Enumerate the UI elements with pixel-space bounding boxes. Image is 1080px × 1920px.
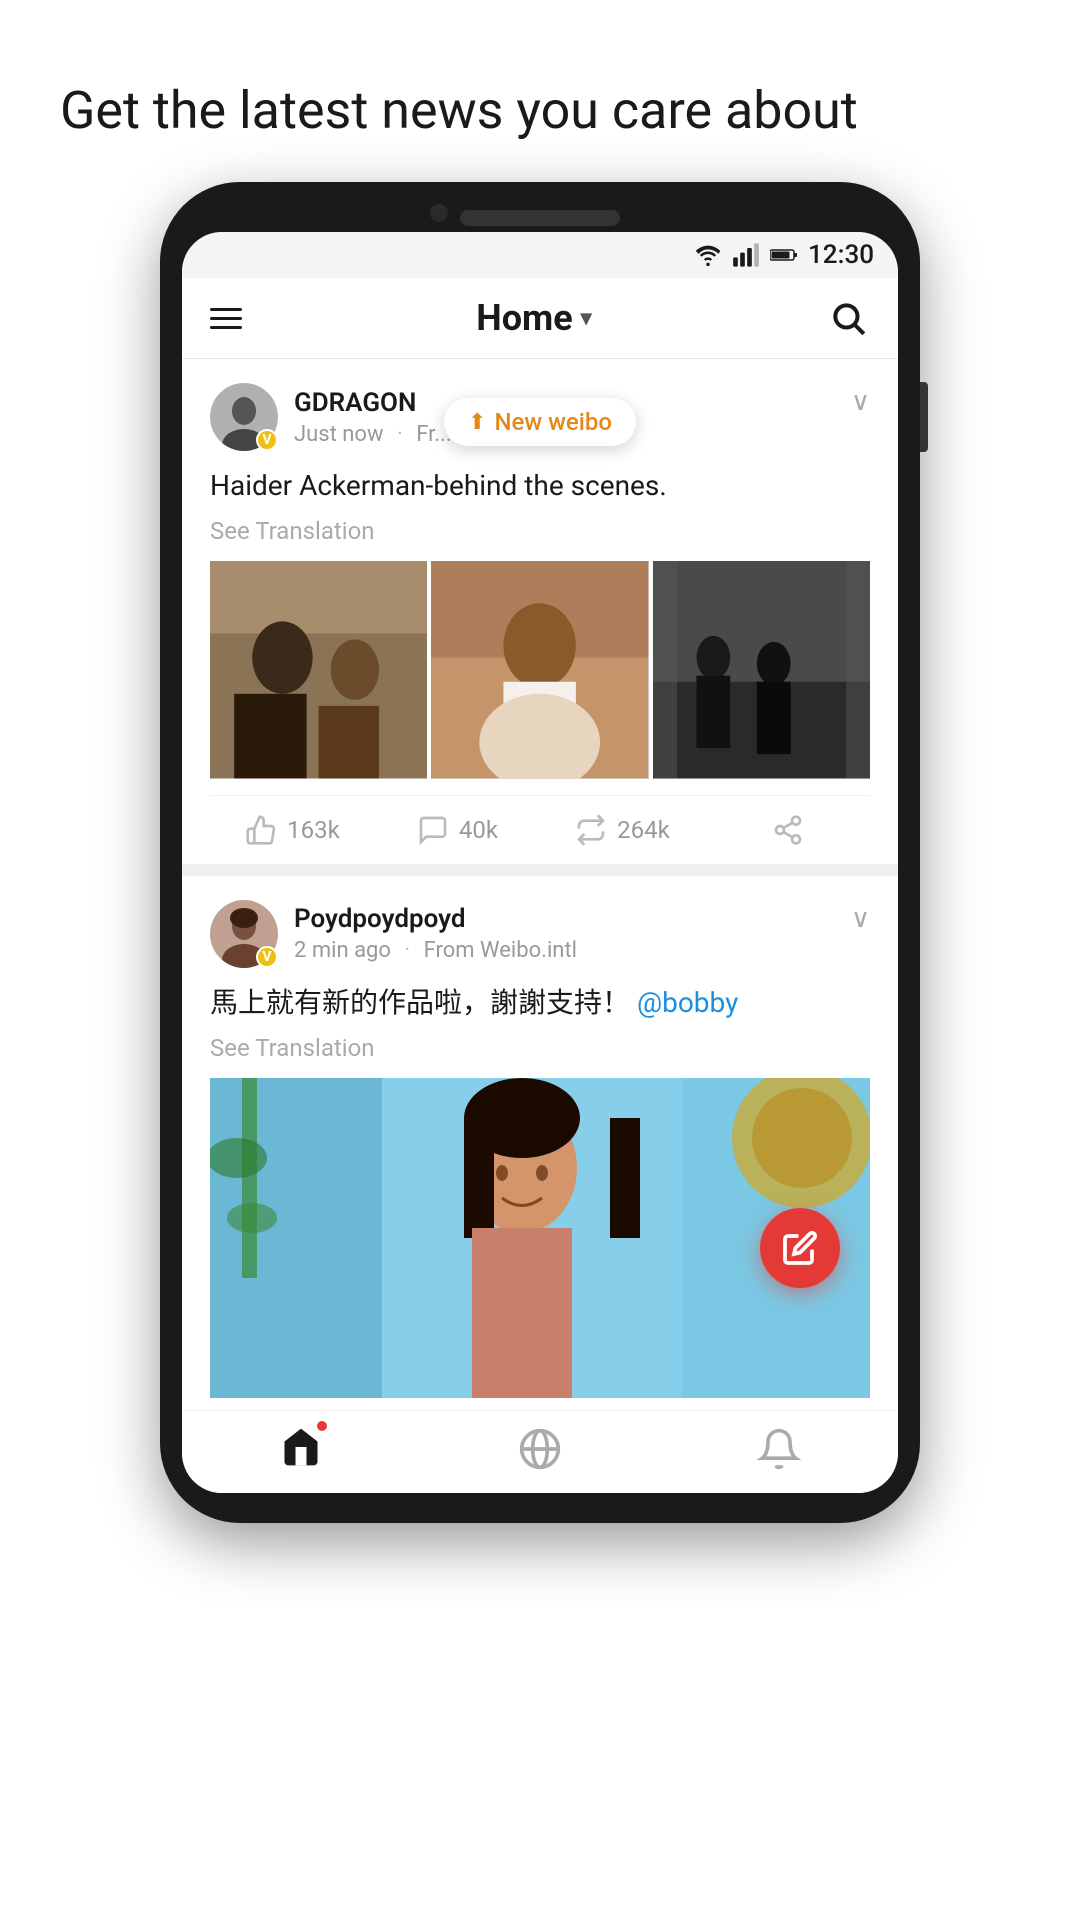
post-options-icon-2[interactable]: ∨	[851, 904, 870, 934]
post-meta-2: Poydpoydpoyd 2 min ago · From Weibo.intl	[294, 904, 577, 963]
post-header-left: V GDRAGON Just now · Fr...	[210, 383, 452, 451]
header-title-text: Home	[476, 297, 572, 339]
battery-icon	[770, 241, 798, 269]
post-username: GDRAGON	[294, 388, 452, 418]
comment-icon	[417, 814, 449, 846]
post-action-bar: 163k 40k	[210, 795, 870, 864]
bottom-navigation	[182, 1410, 898, 1493]
home-icon	[279, 1425, 323, 1469]
explore-icon	[518, 1427, 562, 1471]
hamburger-menu-button[interactable]	[210, 308, 242, 329]
share-button[interactable]	[705, 814, 870, 846]
phone-side-button	[920, 382, 928, 452]
nav-dot	[317, 1421, 327, 1431]
signal-icon	[732, 241, 760, 269]
dropdown-chevron-icon: ▾	[581, 306, 592, 331]
see-translation-button-2[interactable]: See Translation	[210, 1034, 870, 1062]
app-header: Home ▾ ⬆ New weibo	[182, 278, 898, 359]
page-headline: Get the latest news you care about	[0, 0, 1080, 182]
share-icon	[772, 814, 804, 846]
nav-notifications[interactable]	[757, 1427, 801, 1471]
comment-count: 40k	[459, 816, 498, 844]
post-card-2: V Poydpoydpoyd 2 min ago · From Weibo.in…	[182, 876, 898, 1398]
new-weibo-label: New weibo	[494, 408, 612, 436]
repost-button[interactable]: 264k	[540, 814, 705, 846]
nav-home[interactable]	[279, 1425, 323, 1473]
verified-badge: V	[256, 429, 278, 451]
phone-screen: 12:30 Home ▾	[182, 232, 898, 1492]
search-icon	[829, 299, 867, 337]
compose-fab-button[interactable]	[760, 1208, 840, 1288]
new-weibo-badge[interactable]: ⬆ New weibo	[444, 398, 636, 446]
search-button[interactable]	[826, 296, 870, 340]
repost-count: 264k	[617, 816, 670, 844]
phone-frame-wrapper: 12:30 Home ▾	[160, 182, 920, 1522]
phone-speaker	[460, 210, 620, 226]
post-mention[interactable]: @bobby	[637, 986, 738, 1019]
post-username-2: Poydpoydpoyd	[294, 904, 577, 934]
nav-explore[interactable]	[518, 1427, 562, 1471]
wifi-icon	[694, 241, 722, 269]
post-time-2: 2 min ago · From Weibo.intl	[294, 938, 577, 963]
post-text: Haider Ackerman-behind the scenes.	[210, 465, 870, 507]
repost-icon	[575, 814, 607, 846]
post-header-left-2: V Poydpoydpoyd 2 min ago · From Weibo.in…	[210, 900, 577, 968]
new-weibo-arrow-icon: ⬆	[468, 410, 486, 435]
page-container: Get the latest news you care about	[0, 0, 1080, 1920]
status-time: 12:30	[808, 240, 874, 270]
post-image-1[interactable]	[210, 561, 427, 778]
post-single-image[interactable]	[210, 1078, 870, 1398]
header-title-section[interactable]: Home ▾	[476, 297, 591, 339]
avatar-wrap-2: V	[210, 900, 278, 968]
verified-badge-2: V	[256, 946, 278, 968]
post-options-icon[interactable]: ∨	[851, 387, 870, 417]
like-icon	[245, 814, 277, 846]
post-time: Just now · Fr...	[294, 422, 452, 447]
like-count: 163k	[287, 816, 340, 844]
post-image-2[interactable]	[431, 561, 648, 778]
notification-icon	[757, 1427, 801, 1471]
status-bar: 12:30	[182, 232, 898, 278]
avatar-wrap: V	[210, 383, 278, 451]
comment-button[interactable]: 40k	[375, 814, 540, 846]
compose-icon	[782, 1230, 818, 1266]
post-text-2: 馬上就有新的作品啦，謝謝支持！ @bobby	[210, 982, 870, 1024]
like-button[interactable]: 163k	[210, 814, 375, 846]
post-image-grid	[210, 561, 870, 778]
phone-camera	[430, 204, 448, 222]
post-header-2: V Poydpoydpoyd 2 min ago · From Weibo.in…	[210, 900, 870, 968]
post-image-3[interactable]	[653, 561, 870, 778]
see-translation-button[interactable]: See Translation	[210, 517, 870, 545]
status-icons: 12:30	[694, 240, 874, 270]
post-meta: GDRAGON Just now · Fr...	[294, 388, 452, 447]
feed-container: V GDRAGON Just now · Fr...	[182, 359, 898, 1397]
phone-frame: 12:30 Home ▾	[160, 182, 920, 1522]
